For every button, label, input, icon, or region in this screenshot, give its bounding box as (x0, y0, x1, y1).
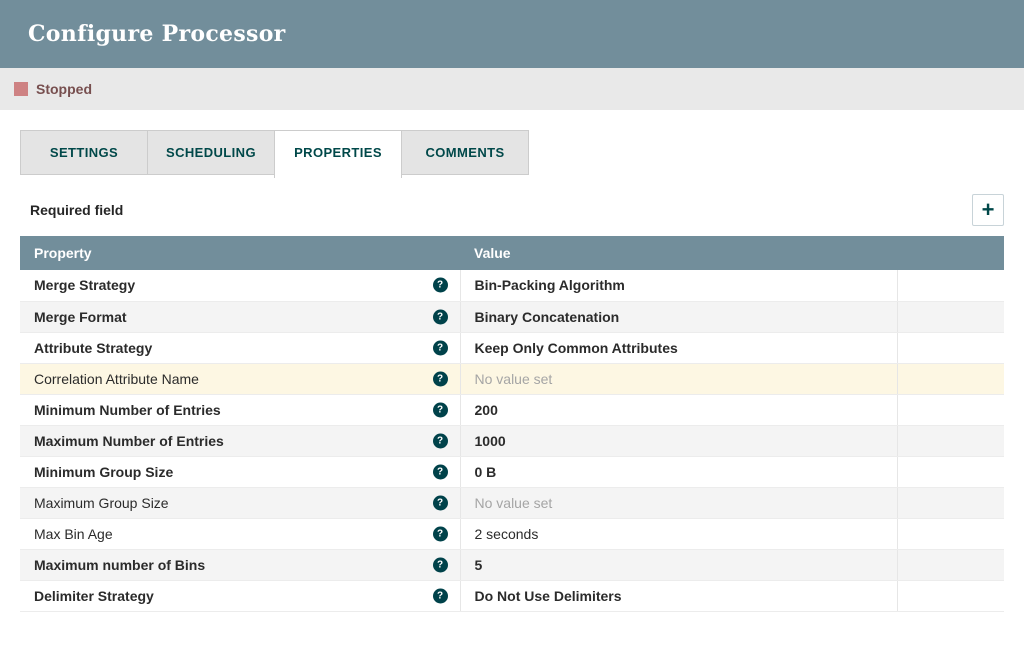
row-extra-cell (897, 301, 1004, 332)
help-icon[interactable]: ? (433, 495, 448, 510)
row-extra-cell (897, 487, 1004, 518)
property-name: Maximum number of Bins (34, 557, 205, 573)
property-value[interactable]: Binary Concatenation (475, 309, 620, 325)
row-extra-cell (897, 270, 1004, 301)
help-icon[interactable]: ? (433, 402, 448, 417)
help-icon[interactable]: ? (433, 278, 448, 293)
property-name: Maximum Group Size (34, 495, 169, 511)
stopped-status-icon (14, 82, 28, 96)
table-row[interactable]: Correlation Attribute Name? No value set (20, 363, 1004, 394)
row-extra-cell (897, 518, 1004, 549)
row-extra-cell (897, 363, 1004, 394)
table-row[interactable]: Minimum Number of Entries? 200 (20, 394, 1004, 425)
add-property-button[interactable]: + (972, 194, 1004, 226)
column-header-value: Value (460, 236, 897, 270)
tab-scheduling[interactable]: SCHEDULING (147, 130, 275, 175)
tab-comments[interactable]: COMMENTS (401, 130, 529, 175)
property-value[interactable]: 1000 (475, 433, 506, 449)
property-name: Attribute Strategy (34, 340, 152, 356)
property-name: Minimum Group Size (34, 464, 173, 480)
row-extra-cell (897, 456, 1004, 487)
property-value[interactable]: No value set (475, 495, 553, 511)
help-icon[interactable]: ? (433, 309, 448, 324)
property-value[interactable]: 2 seconds (475, 526, 539, 542)
table-row[interactable]: Merge Format? Binary Concatenation (20, 301, 1004, 332)
help-icon[interactable]: ? (433, 371, 448, 386)
row-extra-cell (897, 394, 1004, 425)
table-row[interactable]: Merge Strategy? Bin-Packing Algorithm (20, 270, 1004, 301)
tab-properties[interactable]: PROPERTIES (274, 130, 402, 178)
property-value[interactable]: Do Not Use Delimiters (475, 588, 622, 604)
property-name: Merge Strategy (34, 277, 135, 293)
table-row[interactable]: Minimum Group Size? 0 B (20, 456, 1004, 487)
column-header-extra (897, 236, 1004, 270)
table-row[interactable]: Delimiter Strategy? Do Not Use Delimiters (20, 580, 1004, 611)
table-row[interactable]: Maximum number of Bins? 5 (20, 549, 1004, 580)
property-name: Correlation Attribute Name (34, 371, 199, 387)
property-name: Merge Format (34, 309, 127, 325)
property-value[interactable]: Keep Only Common Attributes (475, 340, 678, 356)
row-extra-cell (897, 425, 1004, 456)
property-value[interactable]: 5 (475, 557, 483, 573)
tab-settings[interactable]: SETTINGS (20, 130, 148, 175)
property-value[interactable]: 200 (475, 402, 498, 418)
table-row[interactable]: Max Bin Age? 2 seconds (20, 518, 1004, 549)
help-icon[interactable]: ? (433, 464, 448, 479)
tab-bar: SETTINGS SCHEDULING PROPERTIES COMMENTS (20, 130, 1004, 178)
property-name: Delimiter Strategy (34, 588, 154, 604)
dialog-title: Configure Processor (28, 21, 286, 47)
table-row[interactable]: Maximum Group Size? No value set (20, 487, 1004, 518)
row-extra-cell (897, 332, 1004, 363)
row-extra-cell (897, 549, 1004, 580)
help-icon[interactable]: ? (433, 588, 448, 603)
property-value[interactable]: 0 B (475, 464, 497, 480)
property-value[interactable]: No value set (475, 371, 553, 387)
dialog-header: Configure Processor (0, 0, 1024, 68)
status-bar: Stopped (0, 68, 1024, 110)
property-name: Maximum Number of Entries (34, 433, 224, 449)
status-label: Stopped (36, 81, 92, 97)
table-header-row: Property Value (20, 236, 1004, 270)
help-icon[interactable]: ? (433, 433, 448, 448)
table-row[interactable]: Attribute Strategy? Keep Only Common Attr… (20, 332, 1004, 363)
configure-processor-dialog: Configure Processor Stopped SETTINGS SCH… (0, 0, 1024, 632)
help-icon[interactable]: ? (433, 526, 448, 541)
property-name: Minimum Number of Entries (34, 402, 221, 418)
properties-toolbar: Required field + (30, 194, 1004, 226)
help-icon[interactable]: ? (433, 557, 448, 572)
required-field-label: Required field (30, 202, 123, 218)
plus-icon: + (982, 199, 995, 221)
property-name: Max Bin Age (34, 526, 113, 542)
properties-table: Property Value Merge Strategy? Bin-Packin… (20, 236, 1004, 612)
table-row[interactable]: Maximum Number of Entries? 1000 (20, 425, 1004, 456)
help-icon[interactable]: ? (433, 340, 448, 355)
row-extra-cell (897, 580, 1004, 611)
dialog-content: SETTINGS SCHEDULING PROPERTIES COMMENTS … (0, 110, 1024, 632)
column-header-property: Property (20, 236, 460, 270)
property-value[interactable]: Bin-Packing Algorithm (475, 277, 625, 293)
